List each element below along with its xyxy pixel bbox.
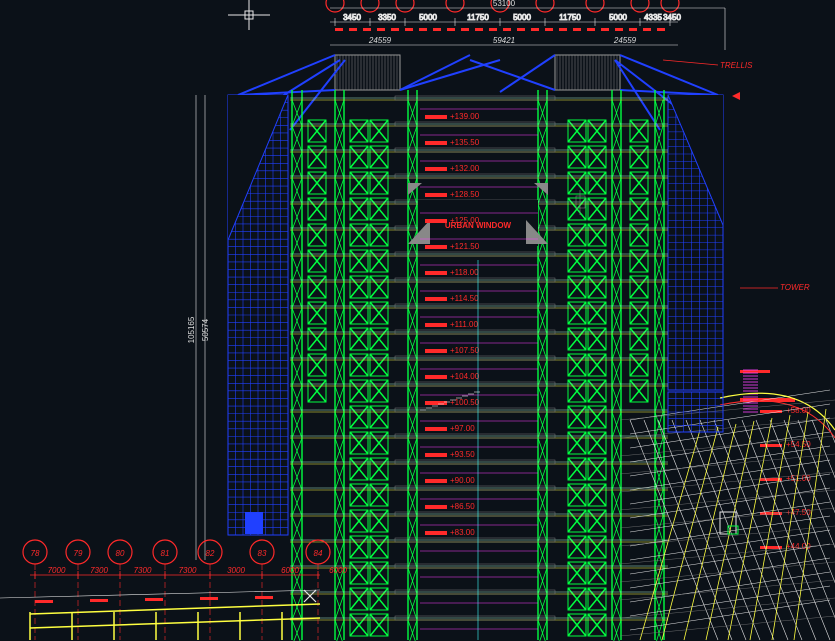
dimension-text: 24559 xyxy=(368,36,392,45)
level-marker xyxy=(425,219,447,223)
dimension-text: 6000 xyxy=(329,566,347,575)
level-marker xyxy=(425,401,447,405)
dimension-text: 11750 xyxy=(559,13,581,22)
grid-number: 81 xyxy=(161,549,170,558)
dimension-text: 3000 xyxy=(227,566,245,575)
dimension-text: 3350 xyxy=(378,13,396,22)
grid-bubble xyxy=(326,0,344,12)
level-text: +107.50 xyxy=(450,346,480,355)
grid-number: 79 xyxy=(74,549,83,558)
level-text: +128.50 xyxy=(450,190,480,199)
level-marker xyxy=(425,479,447,483)
dimension-overall: 53100 xyxy=(493,0,516,8)
level-marker xyxy=(425,245,447,249)
level-text: +97.00 xyxy=(450,424,475,433)
level-text: +54.50 xyxy=(786,440,811,449)
dimension-text: 50574 xyxy=(201,318,210,341)
level-text: +111.00 xyxy=(450,320,479,329)
dimension-text: 4335 xyxy=(644,13,662,22)
level-marker xyxy=(425,115,447,119)
level-text: +47.50 xyxy=(786,508,811,517)
dimension-text: 59421 xyxy=(493,36,515,45)
level-marker xyxy=(425,297,447,301)
dimension-text: 7300 xyxy=(179,566,197,575)
dimension-text: 11750 xyxy=(467,13,489,22)
dimension-text: 3450 xyxy=(663,13,681,22)
level-text: +132.00 xyxy=(450,164,480,173)
grid-number: 80 xyxy=(116,549,125,558)
level-text: +125.00 xyxy=(450,216,480,225)
label-tower: TOWER xyxy=(780,283,810,292)
level-text: +93.50 xyxy=(450,450,475,459)
grid-bubble xyxy=(361,0,379,12)
level-text: +86.50 xyxy=(450,502,475,511)
level-marker xyxy=(425,271,447,275)
level-text: +118.00 xyxy=(450,268,479,277)
level-text: +100.50 xyxy=(450,398,480,407)
dimension-text: 24559 xyxy=(613,36,637,45)
level-marker xyxy=(425,349,447,353)
level-marker xyxy=(425,505,447,509)
level-marker xyxy=(425,167,447,171)
dimension-text: 7300 xyxy=(134,566,152,575)
level-marker xyxy=(425,427,447,431)
grid-bubble xyxy=(536,0,554,12)
level-text: +90.00 xyxy=(450,476,475,485)
dimension-text: 5000 xyxy=(419,13,437,22)
dimension-text: 6000 xyxy=(281,566,299,575)
level-text: +121.50 xyxy=(450,242,480,251)
grid-bubble xyxy=(586,0,604,12)
grid-bubble xyxy=(396,0,414,12)
level-marker xyxy=(425,531,447,535)
level-marker xyxy=(425,323,447,327)
cad-elevation-drawing: 3450335050001175050001175050004335345053… xyxy=(0,0,835,641)
label-trellis: TRELLIS xyxy=(720,61,753,70)
level-text: +135.50 xyxy=(450,138,480,147)
dimension-text: 105165 xyxy=(187,316,196,343)
grid-number: 78 xyxy=(31,549,40,558)
level-marker xyxy=(425,453,447,457)
grid-number: 84 xyxy=(314,549,323,558)
dimension-text: 7000 xyxy=(48,566,66,575)
level-marker xyxy=(425,193,447,197)
level-text: +139.00 xyxy=(450,112,480,121)
level-marker xyxy=(425,375,447,379)
level-marker xyxy=(425,141,447,145)
dimension-text: 5000 xyxy=(609,13,627,22)
grid-bubble xyxy=(631,0,649,12)
dimension-text: 5000 xyxy=(513,13,531,22)
level-text: +104.00 xyxy=(450,372,480,381)
level-text: +83.00 xyxy=(450,528,475,537)
dimension-text: 3450 xyxy=(343,13,361,22)
level-text: +114.50 xyxy=(450,294,479,303)
grid-number: 83 xyxy=(258,549,267,558)
dimension-text: 7300 xyxy=(90,566,108,575)
grid-bubble xyxy=(661,0,679,12)
grid-number: 82 xyxy=(206,549,215,558)
grid-bubble xyxy=(446,0,464,12)
